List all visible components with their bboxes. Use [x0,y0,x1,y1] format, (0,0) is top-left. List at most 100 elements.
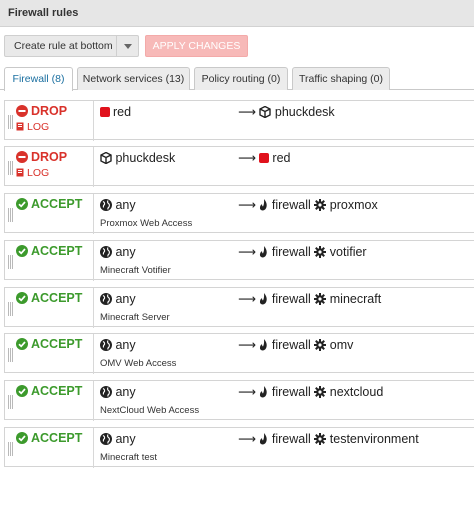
globe-icon [100,246,112,258]
rule-destination: ⟶ firewall testenvironment [238,432,419,446]
tab-policy-routing[interactable]: Policy routing (0) [194,67,288,90]
tab-traffic-shaping[interactable]: Traffic shaping (0) [292,67,390,90]
rule-action: ACCEPT [16,337,82,351]
rule-action-label: ACCEPT [31,384,83,398]
rule-description: OMV Web Access [100,358,177,369]
red-zone-icon [100,107,110,117]
tab-network-services[interactable]: Network services (13) [77,67,190,90]
log-book-icon [16,122,24,131]
gear-icon [314,293,327,305]
rule-source-label: any [115,432,136,446]
rule-row[interactable]: DROP LOG phuckdesk ⟶ red [4,146,474,187]
column-divider [93,101,94,141]
rule-source-label: any [115,338,136,352]
column-divider [93,381,94,421]
rule-destination-label: firewall [271,198,311,212]
rule-action-label: ACCEPT [31,244,83,258]
rule-source: phuckdesk [100,151,175,165]
rule-action-label: ACCEPT [31,431,83,445]
apply-changes-button[interactable]: APPLY CHANGES [145,35,248,57]
drag-handle-icon[interactable] [8,208,13,222]
drag-handle-icon[interactable] [8,348,13,362]
drag-handle-icon[interactable] [8,302,13,316]
rule-description: Minecraft Votifier [100,265,171,276]
column-divider [93,428,94,468]
rule-action: ACCEPT [16,431,82,445]
rule-source-label: phuckdesk [115,151,176,165]
rule-action: ACCEPT [16,197,82,211]
rule-source-label: any [115,198,136,212]
panel-header: Firewall rules [0,0,474,27]
flame-icon [260,433,268,445]
drag-handle-icon[interactable] [8,115,13,129]
check-circle-icon [16,198,28,210]
flame-icon [260,339,268,351]
drag-handle-icon[interactable] [8,442,13,456]
create-rule-button[interactable]: Create rule at bottom [4,35,117,57]
flame-icon [260,293,268,305]
rule-source: any [100,292,136,306]
rule-row[interactable]: ACCEPT any ⟶ firewall minecraft Minecraf… [4,287,474,328]
create-rule-dropdown-button[interactable] [116,35,139,57]
rule-description: Minecraft Server [100,312,170,323]
caret-down-icon [124,44,132,49]
rule-row[interactable]: ACCEPT any ⟶ firewall omv OMV Web Access [4,333,474,374]
rule-action-label: ACCEPT [31,337,83,351]
gear-icon [314,433,327,445]
panel-title: Firewall rules [8,7,79,19]
rule-action: DROP [16,150,67,164]
arrow-right-icon: ⟶ [238,338,256,352]
drag-handle-icon[interactable] [8,395,13,409]
rule-destination-label: firewall [271,432,311,446]
rule-source: any [100,245,136,259]
rule-destination-label: firewall [271,385,311,399]
tab-firewall[interactable]: Firewall (8) [4,67,73,91]
check-circle-icon [16,292,28,304]
column-divider [93,194,94,234]
arrow-right-icon: ⟶ [238,105,256,119]
rule-description: Minecraft test [100,452,158,463]
rule-service-label: votifier [329,245,367,259]
rule-action: DROP [16,104,67,118]
rule-row[interactable]: ACCEPT any ⟶ firewall testenvironment Mi… [4,427,474,468]
column-divider [93,288,94,328]
rule-destination: ⟶ firewall proxmox [238,198,378,212]
rule-log-label: LOG [27,121,50,133]
rule-source-label: any [115,245,136,259]
rule-row[interactable]: ACCEPT any ⟶ firewall proxmox Proxmox We… [4,193,474,234]
column-divider [93,334,94,374]
rule-action-label: DROP [31,104,68,118]
rule-destination-label: red [272,151,291,165]
column-divider [93,241,94,281]
rule-destination-label: firewall [271,338,311,352]
arrow-right-icon: ⟶ [238,385,256,399]
check-circle-icon [16,432,28,444]
rule-destination: ⟶ firewall nextcloud [238,385,383,399]
rule-row[interactable]: DROP LOG red ⟶ phuckdesk [4,100,474,141]
globe-icon [100,339,112,351]
rule-destination-label: firewall [271,292,311,306]
cube-icon [100,152,112,164]
gear-icon [314,339,327,351]
rule-source-label: red [113,105,132,119]
drag-handle-icon[interactable] [8,161,13,175]
rule-description: Proxmox Web Access [100,218,193,229]
drag-handle-icon[interactable] [8,255,13,269]
rule-row[interactable]: ACCEPT any ⟶ firewall votifier Minecraft… [4,240,474,281]
rule-log-label: LOG [27,167,50,179]
check-circle-icon [16,385,28,397]
rule-destination: ⟶ phuckdesk [238,105,335,119]
column-divider [93,147,94,187]
globe-icon [100,433,112,445]
rule-source: any [100,385,136,399]
rule-action-label: ACCEPT [31,197,83,211]
rule-destination-label: phuckdesk [274,105,335,119]
rule-log: LOG [16,167,49,179]
rule-service-label: minecraft [329,292,382,306]
rule-row[interactable]: ACCEPT any ⟶ firewall nextcloud NextClou… [4,380,474,421]
rule-destination-label: firewall [271,245,311,259]
gear-icon [314,246,327,258]
check-circle-icon [16,338,28,350]
gear-icon [314,199,327,211]
arrow-right-icon: ⟶ [238,432,256,446]
